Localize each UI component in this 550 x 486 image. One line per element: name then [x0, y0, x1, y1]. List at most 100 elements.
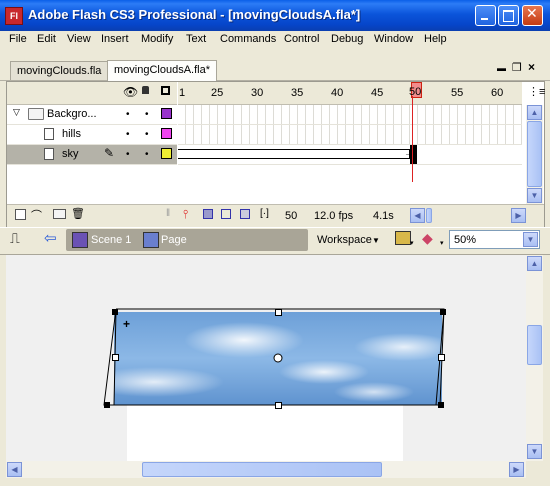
dropdown-arrow-icon[interactable]: ▾: [440, 239, 444, 247]
menu-window[interactable]: Window: [374, 33, 413, 45]
add-guide-icon[interactable]: ⌒: [31, 207, 42, 223]
transform-handle[interactable]: [438, 402, 444, 408]
minimize-button[interactable]: [475, 5, 496, 26]
timeline-menu-icon[interactable]: ⋮≡: [528, 85, 545, 98]
scroll-right-icon[interactable]: ▶: [509, 462, 524, 477]
delete-layer-icon[interactable]: 🗑: [71, 207, 85, 220]
layer-row-hills[interactable]: hills • •: [7, 125, 177, 145]
visibility-dot[interactable]: •: [126, 149, 130, 160]
scroll-down-icon[interactable]: ▼: [527, 188, 542, 203]
window-title: Adobe Flash CS3 Professional - [movingCl…: [28, 7, 361, 22]
close-doc-icon[interactable]: ×: [528, 60, 535, 74]
transform-handle[interactable]: [440, 309, 446, 315]
menu-help[interactable]: Help: [424, 33, 447, 45]
onion-markers-icon[interactable]: [·]: [260, 208, 269, 219]
layer-row-background[interactable]: ▽ Backgro... • •: [7, 105, 177, 125]
free-transform-box[interactable]: [100, 305, 460, 413]
menu-file[interactable]: File: [9, 33, 27, 45]
lock-dot[interactable]: •: [145, 129, 149, 140]
crosshair-icon: +: [123, 317, 131, 331]
tab-movingclouds[interactable]: movingClouds.fla: [10, 61, 109, 80]
ruler-label: 40: [331, 87, 344, 99]
h-scroll-thumb[interactable]: [142, 462, 382, 477]
lock-dot[interactable]: •: [145, 149, 149, 160]
frame-ruler[interactable]: 1 25 30 35 40 45 55 60 50: [178, 82, 522, 105]
menu-view[interactable]: View: [67, 33, 91, 45]
layer-color-swatch[interactable]: [161, 128, 172, 139]
stage-vscroll[interactable]: ▲ ▼: [526, 255, 543, 461]
scroll-left-icon[interactable]: ◀: [410, 208, 425, 223]
timeline-toggle-icon[interactable]: ⎍: [10, 230, 20, 247]
timeline-panel: 👁 1 25 30 35 40 45 55 60 50 ⋮≡ ▽ Backgro…: [6, 81, 545, 227]
new-layer-icon[interactable]: [15, 209, 26, 220]
maximize-button[interactable]: [498, 5, 519, 26]
transform-handle[interactable]: [112, 309, 118, 315]
scroll-thumb[interactable]: [527, 121, 542, 187]
menu-text[interactable]: Text: [186, 33, 206, 45]
lock-icon[interactable]: [142, 86, 149, 94]
transform-handle[interactable]: [275, 402, 282, 409]
minimize-doc-icon[interactable]: ▬: [497, 63, 506, 73]
restore-doc-icon[interactable]: ❐: [512, 61, 522, 74]
splitter-icon[interactable]: ‖: [166, 208, 170, 219]
stage-hscroll[interactable]: ◀ ▶: [6, 461, 526, 478]
scroll-down-icon[interactable]: ▼: [527, 444, 542, 459]
ruler-label: 1: [179, 87, 186, 99]
transform-handle[interactable]: [438, 354, 445, 361]
scroll-up-icon[interactable]: ▲: [527, 105, 542, 120]
scene-label[interactable]: Scene 1: [91, 234, 131, 246]
zoom-select[interactable]: 50% ▼: [449, 230, 540, 249]
eye-icon[interactable]: 👁: [123, 85, 138, 99]
menu-insert[interactable]: Insert: [101, 33, 129, 45]
dropdown-arrow-icon[interactable]: ▾: [410, 239, 414, 247]
visibility-dot[interactable]: •: [126, 109, 130, 120]
visibility-dot[interactable]: •: [126, 129, 130, 140]
tween-span[interactable]: [178, 149, 410, 159]
menu-modify[interactable]: Modify: [141, 33, 173, 45]
edit-symbols-icon[interactable]: ◆: [422, 230, 433, 247]
dropdown-arrow-icon[interactable]: ▼: [372, 236, 380, 245]
elapsed-time: 4.1s: [373, 210, 394, 222]
menu-control[interactable]: Control: [284, 33, 319, 45]
layer-color-swatch[interactable]: [161, 148, 172, 159]
layer-color-swatch[interactable]: [161, 108, 172, 119]
transform-handle[interactable]: [112, 354, 119, 361]
new-folder-icon[interactable]: [53, 209, 66, 219]
playhead-line: [412, 96, 413, 182]
scroll-right-icon[interactable]: ▶: [511, 208, 526, 223]
outline-icon[interactable]: [161, 86, 170, 95]
layer-name[interactable]: sky: [62, 148, 79, 160]
frames-row[interactable]: [178, 105, 522, 125]
scene-icon: [72, 232, 88, 248]
workspace-menu[interactable]: Workspace: [317, 234, 372, 246]
back-arrow-icon[interactable]: ⇦: [44, 229, 57, 247]
menu-edit[interactable]: Edit: [37, 33, 56, 45]
tab-movingcloudsa[interactable]: movingCloudsA.fla*: [107, 60, 217, 81]
center-frame-icon[interactable]: ⫯: [183, 207, 188, 222]
transform-pivot[interactable]: [273, 353, 283, 363]
transform-handle[interactable]: [104, 402, 110, 408]
transform-handle[interactable]: [275, 309, 282, 316]
timeline-vscroll[interactable]: ▲ ▼: [526, 105, 543, 204]
frames-row[interactable]: →: [178, 145, 522, 165]
onion-skin-icon[interactable]: [203, 209, 213, 219]
frames-row[interactable]: [178, 125, 522, 145]
close-button[interactable]: ✕: [522, 5, 543, 26]
layer-row-sky[interactable]: sky ✎ • •: [7, 145, 177, 165]
menu-commands[interactable]: Commands: [220, 33, 276, 45]
lock-dot[interactable]: •: [145, 109, 149, 120]
scroll-left-icon[interactable]: ◀: [7, 462, 22, 477]
onion-outline-icon[interactable]: [221, 209, 231, 219]
collapse-arrow-icon[interactable]: ▽: [13, 107, 20, 118]
scroll-thumb[interactable]: [527, 325, 542, 365]
h-scroll-thumb[interactable]: [426, 208, 432, 223]
layer-name[interactable]: hills: [62, 128, 81, 140]
edit-scene-icon[interactable]: [395, 231, 411, 245]
edit-multiple-icon[interactable]: [240, 209, 250, 219]
menu-debug[interactable]: Debug: [331, 33, 363, 45]
scroll-up-icon[interactable]: ▲: [527, 256, 542, 271]
frame-rate[interactable]: 12.0 fps: [314, 210, 353, 222]
symbol-label[interactable]: Page: [161, 234, 187, 246]
layer-name[interactable]: Backgro...: [47, 108, 97, 120]
chevron-down-icon[interactable]: ▼: [523, 232, 538, 247]
